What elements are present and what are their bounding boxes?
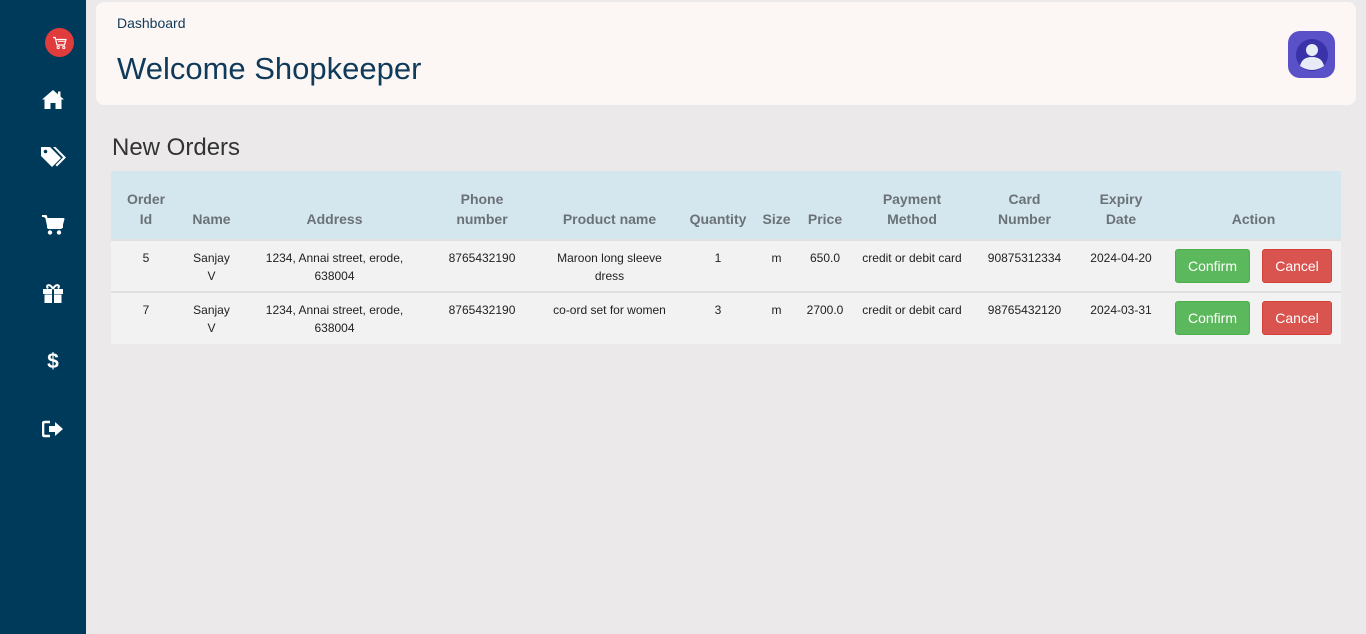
cell-price: 650.0 xyxy=(799,239,851,292)
cell-address-line2: 638004 xyxy=(314,269,355,283)
cell-product-line1: co-ord set for women xyxy=(553,303,666,317)
sidebar-item-logout[interactable] xyxy=(38,414,68,444)
cell-expiry: 2024-04-20 xyxy=(1076,239,1166,292)
col-card-line2: Number xyxy=(998,211,1051,227)
col-quantity: Quantity xyxy=(682,171,754,240)
col-payment-line2: Method xyxy=(887,211,937,227)
sidebar-item-offers[interactable] xyxy=(38,278,68,308)
cell-action: Confirm Cancel xyxy=(1166,239,1341,292)
gift-icon xyxy=(43,284,63,303)
cell-name: Sanjay V xyxy=(181,291,242,344)
cell-name-first: Sanjay xyxy=(193,303,230,317)
svg-text:$: $ xyxy=(47,350,59,373)
sidebar-item-orders[interactable] xyxy=(38,210,68,240)
cell-order-id: 7 xyxy=(111,291,181,344)
col-product: Product name xyxy=(537,171,682,240)
page-title: Welcome Shopkeeper xyxy=(117,51,422,86)
avatar[interactable] xyxy=(1288,31,1335,78)
cell-card: 98765432120 xyxy=(973,291,1076,344)
cancel-button[interactable]: Cancel xyxy=(1262,301,1332,335)
col-phone: Phone number xyxy=(427,171,537,240)
cell-product-line2: dress xyxy=(594,269,625,283)
sidebar-item-home[interactable] xyxy=(38,84,68,114)
col-size: Size xyxy=(754,171,799,240)
cell-product-line1: Maroon long sleeve xyxy=(557,251,662,265)
cell-product: co-ord set for women xyxy=(537,291,682,344)
cell-price: 2700.0 xyxy=(799,291,851,344)
cell-size: m xyxy=(754,239,799,292)
cart-logo-icon xyxy=(52,36,67,49)
cell-phone: 8765432190 xyxy=(427,291,537,344)
col-price: Price xyxy=(799,171,851,240)
cell-order-id: 5 xyxy=(111,239,181,292)
cell-action: Confirm Cancel xyxy=(1166,291,1341,344)
table-row: 5 Sanjay V 1234, Annai street, erode, 6380… xyxy=(111,239,1341,292)
cell-product: Maroon long sleeve dress xyxy=(537,239,682,292)
cart-icon xyxy=(42,215,65,235)
cell-address-line1: 1234, Annai street, erode, xyxy=(265,251,404,265)
cell-name-first: Sanjay xyxy=(193,251,230,265)
cancel-button[interactable]: Cancel xyxy=(1262,249,1332,283)
col-order-id: Order Id xyxy=(111,171,181,240)
col-phone-line1: Phone xyxy=(460,191,504,207)
cell-card: 90875312334 xyxy=(973,239,1076,292)
sidebar-item-products[interactable] xyxy=(38,142,68,172)
sidebar: $ xyxy=(0,0,86,634)
cart-logo[interactable] xyxy=(45,28,74,57)
col-payment: Payment Method xyxy=(851,171,973,240)
col-expiry-line2: Date xyxy=(1105,211,1137,227)
cell-address-line1: 1234, Annai street, erode, xyxy=(265,303,404,317)
col-card: Card Number xyxy=(973,171,1076,240)
cell-name-last: V xyxy=(207,321,216,335)
cell-address: 1234, Annai street, erode, 638004 xyxy=(242,291,427,344)
col-expiry-line1: Expiry xyxy=(1099,191,1143,207)
confirm-button[interactable]: Confirm xyxy=(1175,301,1250,335)
cell-payment: credit or debit card xyxy=(851,239,973,292)
dollar-icon: $ xyxy=(47,350,59,373)
section-title: New Orders xyxy=(112,134,241,161)
cell-address-line2: 638004 xyxy=(314,321,355,335)
col-phone-line2: number xyxy=(456,211,508,227)
user-icon xyxy=(1295,38,1328,71)
col-name: Name xyxy=(181,171,242,240)
cell-address: 1234, Annai street, erode, 638004 xyxy=(242,239,427,292)
col-expiry: Expiry Date xyxy=(1076,171,1166,240)
cell-name: Sanjay V xyxy=(181,239,242,292)
table-header-row: Order Id Name Address Phone number Product… xyxy=(111,171,1341,240)
col-card-line1: Card xyxy=(1008,191,1041,207)
cell-quantity: 1 xyxy=(682,239,754,292)
col-action: Action xyxy=(1166,171,1341,240)
cell-name-last: V xyxy=(207,269,216,283)
cell-phone: 8765432190 xyxy=(427,239,537,292)
cell-quantity: 3 xyxy=(682,291,754,344)
col-payment-line1: Payment xyxy=(882,191,942,207)
cell-expiry: 2024-03-31 xyxy=(1076,291,1166,344)
table-row: 7 Sanjay V 1234, Annai street, erode, 6380… xyxy=(111,291,1341,344)
header: Dashboard Welcome Shopkeeper xyxy=(96,2,1356,105)
logout-icon xyxy=(42,420,63,438)
col-address: Address xyxy=(242,171,427,240)
orders-table: Order Id Name Address Phone number Product… xyxy=(111,171,1341,344)
sidebar-item-sales[interactable]: $ xyxy=(38,346,68,376)
col-order-id-line1: Order xyxy=(126,191,166,207)
breadcrumb[interactable]: Dashboard xyxy=(117,15,186,31)
col-order-id-line2: Id xyxy=(139,211,153,227)
home-icon xyxy=(42,89,64,109)
confirm-button[interactable]: Confirm xyxy=(1175,249,1250,283)
tags-icon xyxy=(41,147,66,167)
cell-size: m xyxy=(754,291,799,344)
cell-payment: credit or debit card xyxy=(851,291,973,344)
